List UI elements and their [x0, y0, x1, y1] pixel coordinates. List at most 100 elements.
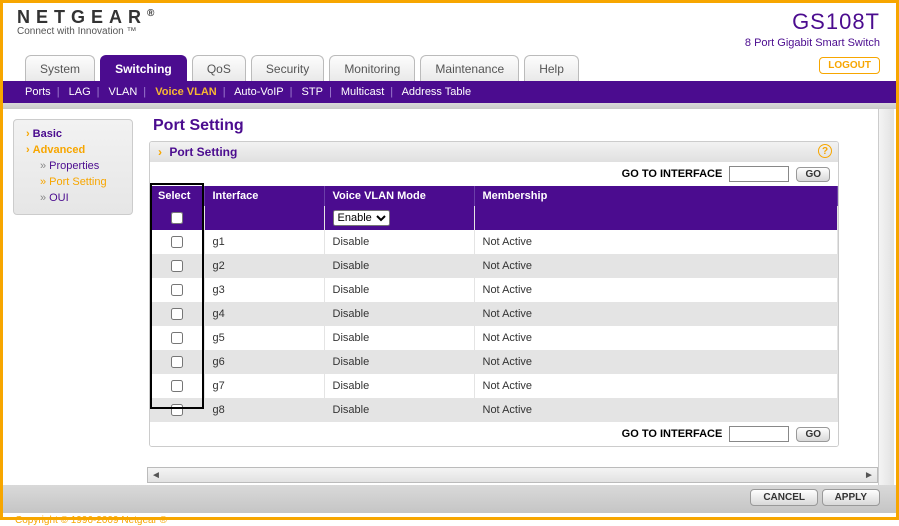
row-checkbox[interactable]	[171, 236, 183, 248]
table-row: g8DisableNot Active	[150, 398, 838, 422]
main-panel: Port Setting Port Setting ? GO TO INTERF…	[137, 109, 896, 485]
row-checkbox[interactable]	[171, 356, 183, 368]
tab-qos[interactable]: QoS	[192, 55, 246, 81]
scroll-left-icon[interactable]: ◄	[148, 470, 164, 481]
row-checkbox[interactable]	[171, 332, 183, 344]
sidebar-oui[interactable]: OUI	[34, 190, 126, 206]
cell-membership: Not Active	[474, 254, 838, 278]
cell-mode: Disable	[324, 302, 474, 326]
table-row: g7DisableNot Active	[150, 374, 838, 398]
subtab-vlan[interactable]: VLAN	[109, 86, 138, 98]
cell-mode: Disable	[324, 230, 474, 254]
content-area: Basic Advanced Properties Port Setting O…	[3, 109, 896, 485]
go-button-bottom[interactable]: GO	[796, 427, 830, 442]
cell-interface: g3	[204, 278, 324, 302]
select-all-checkbox[interactable]	[171, 212, 183, 224]
subtab-address-table[interactable]: Address Table	[402, 86, 472, 98]
subtab-stp[interactable]: STP	[302, 86, 323, 98]
cell-mode: Disable	[324, 374, 474, 398]
tab-monitoring[interactable]: Monitoring	[329, 55, 415, 81]
cell-interface: g4	[204, 302, 324, 326]
row-checkbox[interactable]	[171, 404, 183, 416]
go-button-top[interactable]: GO	[796, 167, 830, 182]
cell-membership: Not Active	[474, 350, 838, 374]
app-window: NETGEAR® Connect with Innovation ™ GS108…	[0, 0, 899, 520]
main-tabs: System Switching QoS Security Monitoring…	[3, 55, 896, 81]
cell-membership: Not Active	[474, 398, 838, 422]
cell-mode: Disable	[324, 350, 474, 374]
table-row: g1DisableNot Active	[150, 230, 838, 254]
cell-interface: g8	[204, 398, 324, 422]
scroll-right-icon[interactable]: ►	[861, 470, 877, 481]
help-icon[interactable]: ?	[818, 144, 832, 158]
header: NETGEAR® Connect with Innovation ™ GS108…	[3, 3, 896, 55]
goto-input-bottom[interactable]	[729, 426, 789, 442]
cancel-button[interactable]: CANCEL	[750, 489, 818, 506]
model-code: GS108T	[745, 9, 880, 35]
col-mode: Voice VLAN Mode	[324, 186, 474, 206]
tab-security[interactable]: Security	[251, 55, 324, 81]
goto-label-top: GO TO INTERFACE	[622, 168, 723, 180]
logout-button[interactable]: LOGOUT	[819, 57, 880, 74]
cell-membership: Not Active	[474, 278, 838, 302]
cell-interface: g5	[204, 326, 324, 350]
cell-mode: Disable	[324, 326, 474, 350]
sidebar-box: Basic Advanced Properties Port Setting O…	[13, 119, 133, 215]
model-block: GS108T 8 Port Gigabit Smart Switch	[745, 9, 880, 49]
cell-membership: Not Active	[474, 326, 838, 350]
goto-row-bottom: GO TO INTERFACE GO	[150, 422, 838, 446]
subtab-multicast[interactable]: Multicast	[341, 86, 384, 98]
brand-block: NETGEAR® Connect with Innovation ™	[17, 7, 154, 37]
port-table: Select Interface Voice VLAN Mode Members…	[150, 186, 838, 422]
subtab-voice-vlan[interactable]: Voice VLAN	[155, 86, 217, 98]
cell-mode: Disable	[324, 254, 474, 278]
page-title: Port Setting	[153, 117, 878, 135]
subtab-lag[interactable]: LAG	[69, 86, 91, 98]
mode-select[interactable]: Enable	[333, 210, 390, 226]
table-row: g5DisableNot Active	[150, 326, 838, 350]
table-row: g6DisableNot Active	[150, 350, 838, 374]
tab-switching[interactable]: Switching	[100, 55, 187, 81]
sidebar: Basic Advanced Properties Port Setting O…	[3, 109, 137, 485]
tab-help[interactable]: Help	[524, 55, 579, 81]
cell-interface: g2	[204, 254, 324, 278]
sidebar-advanced[interactable]: Advanced	[20, 142, 126, 158]
row-checkbox[interactable]	[171, 260, 183, 272]
cell-membership: Not Active	[474, 302, 838, 326]
row-checkbox[interactable]	[171, 284, 183, 296]
sidebar-properties[interactable]: Properties	[34, 158, 126, 174]
vertical-scrollbar[interactable]	[878, 109, 894, 485]
goto-row-top: GO TO INTERFACE GO	[150, 162, 838, 186]
sidebar-advanced-sub: Properties Port Setting OUI	[20, 158, 126, 206]
cell-membership: Not Active	[474, 230, 838, 254]
sidebar-basic[interactable]: Basic	[20, 126, 126, 142]
cell-mode: Disable	[324, 278, 474, 302]
panel-title: Port Setting ?	[150, 142, 838, 162]
edit-row: Enable	[150, 206, 838, 230]
subtab-ports[interactable]: Ports	[25, 86, 51, 98]
sidebar-port-setting[interactable]: Port Setting	[34, 174, 126, 190]
horizontal-scrollbar[interactable]: ◄ ►	[147, 467, 878, 483]
cell-interface: g1	[204, 230, 324, 254]
cell-membership: Not Active	[474, 374, 838, 398]
cell-interface: g6	[204, 350, 324, 374]
table-row: g4DisableNot Active	[150, 302, 838, 326]
row-checkbox[interactable]	[171, 380, 183, 392]
brand-tagline: Connect with Innovation ™	[17, 26, 154, 37]
sub-tabs: Ports| LAG| VLAN| Voice VLAN| Auto-VoIP|…	[3, 81, 896, 103]
tab-maintenance[interactable]: Maintenance	[420, 55, 519, 81]
brand-name: NETGEAR®	[17, 7, 154, 28]
subtab-auto-voip[interactable]: Auto-VoIP	[234, 86, 284, 98]
apply-button[interactable]: APPLY	[822, 489, 880, 506]
footer-bar: CANCEL APPLY	[3, 485, 896, 513]
row-checkbox[interactable]	[171, 308, 183, 320]
col-interface: Interface	[204, 186, 324, 206]
cell-mode: Disable	[324, 398, 474, 422]
col-select: Select	[150, 186, 204, 206]
goto-input-top[interactable]	[729, 166, 789, 182]
panel-title-text: Port Setting	[169, 145, 237, 159]
tab-system[interactable]: System	[25, 55, 95, 81]
model-desc: 8 Port Gigabit Smart Switch	[745, 37, 880, 49]
cell-interface: g7	[204, 374, 324, 398]
table-row: g3DisableNot Active	[150, 278, 838, 302]
